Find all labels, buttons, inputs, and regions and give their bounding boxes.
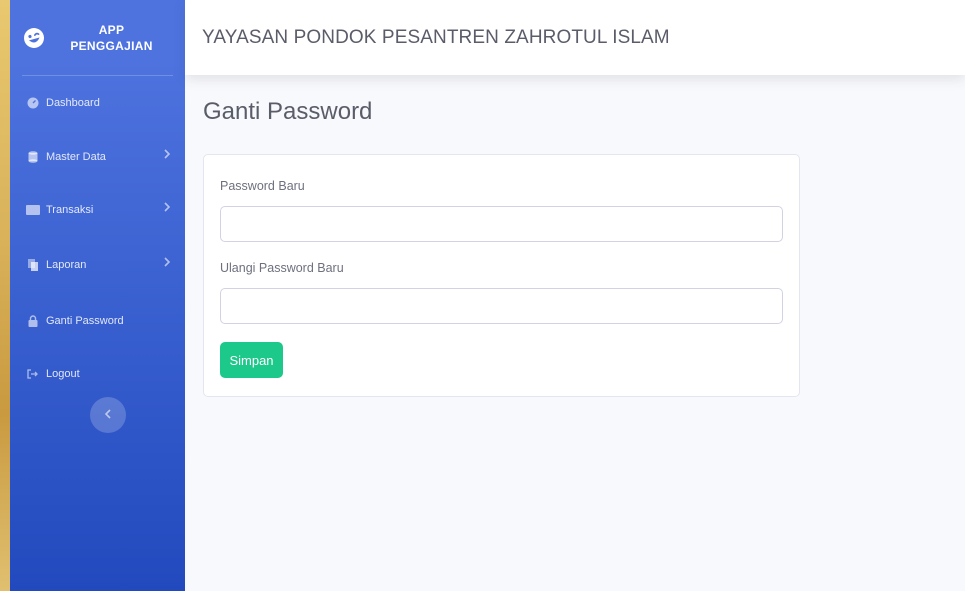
new-password-field[interactable]: [220, 206, 783, 242]
page-title: Ganti Password: [203, 98, 373, 125]
sidebar-item-ganti-password[interactable]: Ganti Password: [10, 309, 185, 333]
sidebar-brand[interactable]: APP PENGGAJIAN: [10, 0, 185, 75]
brand-line-1: APP: [98, 22, 125, 37]
topbar: YAYASAN PONDOK PESANTREN ZAHROTUL ISLAM: [185, 0, 965, 75]
repeat-password-field[interactable]: [220, 288, 783, 324]
sidebar-item-master-data[interactable]: Master Data: [10, 145, 185, 169]
tachometer-icon: [26, 96, 40, 110]
repeat-password-label: Ulangi Password Baru: [220, 261, 344, 275]
sidebar-item-label: Laporan: [46, 259, 87, 271]
sidebar-divider: [22, 75, 173, 76]
organization-title: YAYASAN PONDOK PESANTREN ZAHROTUL ISLAM: [202, 26, 670, 48]
sidebar-item-dashboard[interactable]: Dashboard: [10, 91, 185, 115]
chevron-right-icon: [163, 149, 171, 162]
chevron-right-icon: [163, 257, 171, 270]
sidebar-item-transaksi[interactable]: Transaksi: [10, 198, 185, 222]
new-password-label: Password Baru: [220, 179, 305, 193]
sidebar-item-label: Ganti Password: [46, 315, 124, 327]
chevron-left-icon: [104, 406, 112, 424]
sidebar-item-label: Master Data: [46, 151, 106, 163]
laugh-wink-icon: [19, 23, 48, 52]
brand-text: APP PENGGAJIAN: [46, 22, 185, 54]
lock-icon: [26, 314, 40, 328]
money-icon: [26, 203, 40, 217]
change-password-card: Password Baru Ulangi Password Baru Simpa…: [203, 154, 800, 397]
sidebar-item-laporan[interactable]: Laporan: [10, 253, 185, 277]
sidebar-toggle-button[interactable]: [90, 397, 126, 433]
sidebar-item-label: Dashboard: [46, 97, 100, 109]
chevron-right-icon: [163, 202, 171, 215]
database-icon: [26, 150, 40, 164]
sidebar-item-label: Transaksi: [46, 204, 94, 216]
copy-icon: [26, 258, 40, 272]
sidebar-item-label: Logout: [46, 368, 80, 380]
sign-out-icon: [26, 367, 40, 381]
sidebar-item-logout[interactable]: Logout: [10, 362, 185, 386]
sidebar: APP PENGGAJIAN Dashboard Master Data Tra…: [10, 0, 185, 591]
save-button[interactable]: Simpan: [220, 342, 283, 378]
brand-line-2: PENGGAJIAN: [70, 38, 153, 53]
